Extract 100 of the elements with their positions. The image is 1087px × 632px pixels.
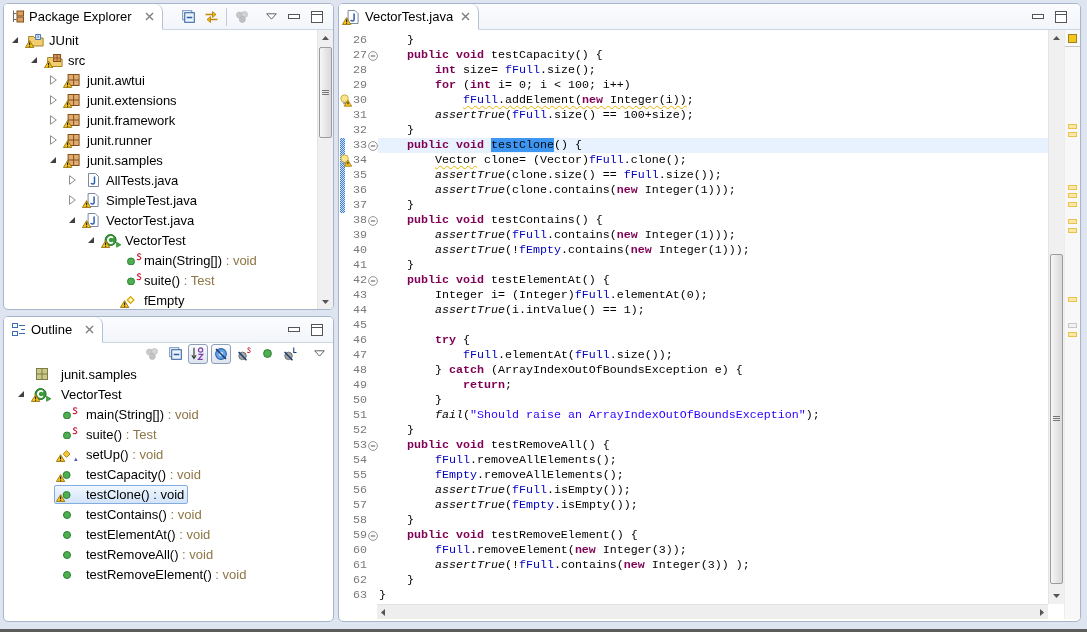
tree-item[interactable]: testCapacity() : void — [54, 464, 205, 484]
expanded-arrow-icon[interactable] — [69, 217, 75, 223]
collapsed-arrow-icon[interactable] — [68, 195, 76, 205]
tree-item[interactable]: setUp() : void — [54, 444, 168, 464]
line-number: 41 — [353, 258, 367, 273]
tree-view-icon — [12, 10, 24, 23]
maximize-icon[interactable] — [311, 323, 323, 336]
line-number: 43 — [353, 288, 367, 303]
down-arrow-icon[interactable] — [322, 299, 329, 304]
tree-item[interactable]: testClone() : void — [54, 484, 189, 504]
code-line: public void testRemoveElement() { — [405, 528, 639, 543]
line-number: 34 — [353, 153, 367, 168]
collapsed-arrow-icon[interactable] — [49, 75, 57, 85]
toolbar-button[interactable] — [211, 343, 231, 364]
toolbar-button[interactable] — [188, 343, 208, 364]
circled-minus-icon[interactable] — [367, 530, 378, 541]
maximize-icon[interactable] — [1055, 10, 1067, 23]
collapsed-arrow-icon[interactable] — [49, 115, 57, 125]
tree-item[interactable]: SimpleTest.java — [80, 190, 202, 210]
tree-item[interactable]: main(String[]) : void — [54, 404, 203, 424]
line-number: 33 — [353, 138, 367, 153]
circled-minus-icon[interactable] — [367, 140, 378, 151]
tree-item[interactable]: junit.runner — [61, 130, 157, 150]
line-number: 31 — [353, 108, 367, 123]
minimize-icon[interactable] — [288, 327, 300, 332]
expanded-arrow-icon[interactable] — [88, 237, 94, 243]
tree-item[interactable]: main(String[]) : void — [118, 250, 261, 270]
tree-item[interactable]: AllTests.java — [80, 170, 183, 190]
bulb-warning-icon[interactable] — [340, 154, 352, 167]
tree-item[interactable]: suite() : Test — [54, 424, 161, 444]
minimize-icon[interactable] — [1032, 14, 1044, 19]
line-number: 61 — [353, 558, 367, 573]
tree-item[interactable]: fEmpty — [118, 290, 189, 309]
bulb-warning-icon[interactable] — [340, 94, 352, 107]
expanded-arrow-icon[interactable] — [50, 157, 56, 163]
code-line: assertTrue(!fEmpty.contains(new Integer(1))); — [433, 243, 751, 258]
tree-item[interactable]: suite() : Test — [118, 270, 219, 290]
tree-item[interactable]: junit.extensions — [61, 90, 181, 110]
code-line: fFull.removeElement(new Integer(3)); — [433, 543, 688, 558]
collapsed-arrow-icon[interactable] — [68, 175, 76, 185]
line-number: 39 — [353, 228, 367, 243]
circles-icon — [146, 347, 158, 360]
tab[interactable]: Package Explorer — [4, 4, 163, 30]
scrollbar[interactable] — [1048, 30, 1064, 604]
tree-item[interactable]: VectorTest — [99, 230, 190, 250]
expanded-arrow-icon[interactable] — [31, 57, 37, 63]
tree-item[interactable]: junit.samples — [29, 364, 141, 384]
line-number: 30 — [353, 93, 367, 108]
left-arrow-icon[interactable] — [381, 608, 385, 616]
code-line: } — [433, 393, 443, 408]
line-number: 29 — [353, 78, 367, 93]
status-square-icon[interactable] — [1068, 33, 1077, 43]
tree-item[interactable]: junit.samples — [61, 150, 167, 170]
circled-minus-icon[interactable] — [367, 50, 378, 61]
tree-item[interactable]: testRemoveElement() : void — [54, 564, 251, 584]
line-number: 55 — [353, 468, 367, 483]
collapsed-arrow-icon[interactable] — [49, 95, 57, 105]
tree-item[interactable]: src — [42, 50, 90, 70]
close-icon[interactable] — [461, 12, 471, 21]
tree-item[interactable]: JUnit — [23, 30, 83, 50]
tree-item[interactable]: testRemoveAll() : void — [54, 544, 218, 564]
circled-minus-icon[interactable] — [367, 215, 378, 226]
menu-triangle-icon — [265, 13, 277, 20]
tree-item[interactable]: VectorTest — [29, 384, 126, 404]
tree-item[interactable]: testElementAt() : void — [54, 524, 215, 544]
minimize-icon[interactable] — [288, 14, 300, 19]
up-arrow-icon[interactable] — [1053, 35, 1060, 40]
scrollbar[interactable] — [317, 30, 333, 309]
collapsed-arrow-icon[interactable] — [49, 135, 57, 145]
scrollbar-thumb[interactable] — [1050, 253, 1063, 584]
tree-item[interactable]: VectorTest.java — [80, 210, 199, 230]
code-line: } catch (ArrayIndexOutOfBoundsException e) { — [433, 363, 744, 378]
close-icon[interactable] — [144, 12, 154, 21]
right-arrow-icon[interactable] — [1040, 608, 1044, 616]
tree-item[interactable]: testContains() : void — [54, 504, 206, 524]
scrollbar-thumb[interactable] — [319, 47, 332, 139]
tree-item[interactable]: junit.awtui — [61, 70, 149, 90]
close-icon[interactable] — [85, 325, 95, 334]
minus-box-icon — [168, 347, 182, 360]
circles-icon — [236, 10, 248, 23]
down-arrow-icon[interactable] — [1053, 594, 1060, 599]
code-line: public void testCapacity() { — [405, 48, 604, 63]
line-number: 36 — [353, 183, 367, 198]
tree-item[interactable]: junit.framework — [61, 110, 180, 130]
code-line: public void testElementAt() { — [405, 273, 611, 288]
code-line: } — [405, 513, 415, 528]
slashed-dot-icon — [283, 346, 297, 361]
scrollbar[interactable] — [377, 604, 1048, 619]
tab[interactable]: VectorTest.java — [339, 4, 480, 30]
maximize-icon[interactable] — [311, 10, 323, 23]
slashed-dot-icon — [237, 346, 251, 361]
up-arrow-icon[interactable] — [322, 35, 329, 40]
circled-minus-icon[interactable] — [367, 440, 378, 451]
circled-minus-icon[interactable] — [367, 275, 378, 286]
tab[interactable]: Outline — [4, 317, 104, 343]
line-number: 50 — [353, 393, 367, 408]
expanded-arrow-icon[interactable] — [12, 37, 18, 43]
line-number: 52 — [353, 423, 367, 438]
expanded-arrow-icon[interactable] — [18, 391, 24, 397]
code-line: assertTrue(fFull.contains(new Integer(1))); — [433, 228, 737, 243]
